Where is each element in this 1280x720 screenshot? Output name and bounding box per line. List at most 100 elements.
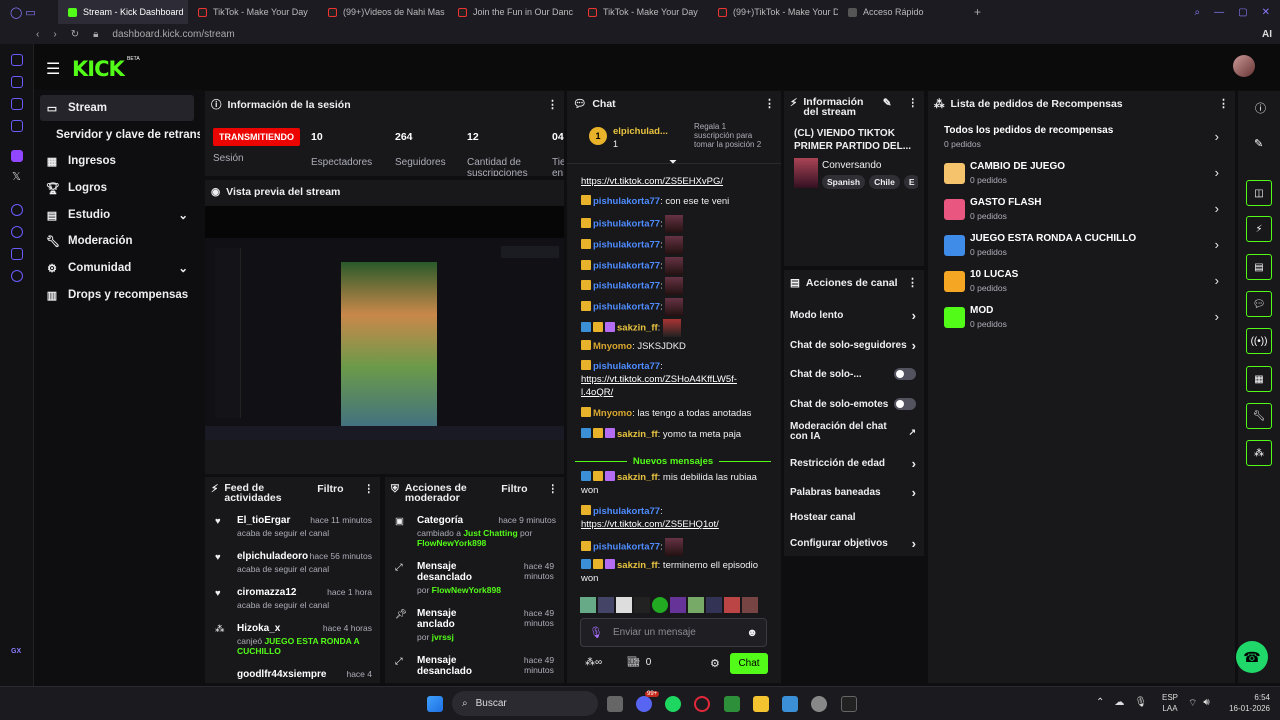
chat-user[interactable]: pishulakorta77 [593,302,660,313]
reward-row[interactable]: MOD 0 pedidos › [944,305,1225,337]
clock-icon[interactable] [11,226,23,238]
filter-icon[interactable]: ⏷ [669,157,677,168]
gift-sub-text[interactable]: Regala 1 suscripción para tomar la posic… [694,122,764,149]
more-icon[interactable]: ⋮ [547,98,558,111]
more-icon[interactable]: ⋮ [364,483,375,495]
wrench-tool-icon[interactable]: 🔧︎ [1246,403,1272,429]
more-icon[interactable]: ⋮ [764,97,775,110]
category-name[interactable]: Conversando [822,160,881,171]
close-icon[interactable]: ✕ [1262,7,1270,18]
store-icon[interactable] [782,696,798,712]
opera-gx-icon[interactable] [694,696,710,712]
reload-icon[interactable]: ↻ [71,29,79,40]
tab-acceso-rapido[interactable]: Acceso Rápido [838,0,968,24]
chat-user[interactable]: pishulakorta77 [593,240,660,251]
tab-kick-dashboard[interactable]: Stream - Kick Dashboard [58,0,188,24]
camera-tool-icon[interactable]: ◫ [1246,180,1272,206]
menu-icon[interactable]: ☰ [46,59,60,79]
viewer-avatar[interactable] [688,597,704,613]
tab-tiktok-4[interactable]: TikTok - Make Your Day [578,0,708,24]
chat-user[interactable]: pishulakorta77 [593,261,660,272]
more-icon[interactable]: ⋮ [907,276,918,289]
info-icon[interactable]: ⓘ [1255,100,1266,116]
minimize-icon[interactable]: — [1214,7,1224,18]
tab-tiktok-5[interactable]: (99+)TikTok - Make Your D [708,0,838,24]
top-gifter-user[interactable]: elpichulad... [613,126,668,137]
age-restriction-row[interactable]: Restricción de edad › [790,456,916,471]
category-thumbnail[interactable] [794,158,818,188]
chat-user[interactable]: pishulakorta77 [593,506,660,517]
microphone-icon[interactable]: 🎙︎ [589,626,603,639]
chat-user[interactable]: pishulakorta77 [593,219,660,230]
nav-item-stream[interactable]: ▭ Stream [40,95,194,121]
system-tray[interactable]: ⌃ ☁ 🎙︎ [1096,697,1147,708]
workspace-icon[interactable] [11,76,23,88]
viewer-avatar[interactable] [580,597,596,613]
chat-user[interactable]: sakzin_ff [617,560,658,571]
chat-user[interactable]: pishulakorta77 [593,361,660,372]
settings-icon[interactable]: ⚙ [710,657,720,670]
nav-item-comunidad[interactable]: ⚙ Comunidad ⌄ [40,255,194,281]
mod-user[interactable]: FlowNewYork898 [417,538,486,548]
chat-user[interactable]: Mnyomo [593,341,632,352]
chat-tool-icon[interactable]: 💬︎ [1246,291,1272,317]
goals-row[interactable]: Configurar objetivos › [790,536,916,551]
viewer-avatar[interactable] [670,597,686,613]
subs-only-toggle[interactable] [894,368,916,380]
discord-icon[interactable] [636,696,652,712]
file-explorer-icon[interactable] [753,696,769,712]
maximize-icon[interactable]: ▢ [1238,7,1247,18]
more-icon[interactable]: ⋮ [908,97,919,109]
search-tabs-icon[interactable]: ⌕ [1195,7,1201,18]
layout-tool-icon[interactable]: ▦ [1246,366,1272,392]
chat-user[interactable]: Mnyomo [593,408,632,419]
reward-row[interactable]: CAMBIO DE JUEGO 0 pedidos › [944,161,1225,193]
opera-menu-icon[interactable]: ◯ ▭ [0,6,58,19]
tag[interactable]: Spanish [822,175,866,189]
new-tab-icon[interactable]: + [968,5,981,19]
nav-item-drops[interactable]: ▥ Drops y recompensas [40,282,194,308]
send-chat-button[interactable]: Chat [730,653,768,674]
tab-tiktok-3[interactable]: Join the Fun in Our Danc [448,0,578,24]
chat-user[interactable]: sakzin_ff [617,429,658,440]
more-icon[interactable]: ⋮ [1218,97,1229,110]
back-icon[interactable]: ‹ [36,29,39,40]
notes-tool-icon[interactable]: ▤ [1246,254,1272,280]
tag[interactable]: E [903,175,918,189]
ai-button[interactable]: AI [1262,29,1280,40]
viewer-avatar[interactable] [652,597,668,613]
slow-mode-row[interactable]: Modo lento › [790,308,916,323]
nav-item-logros[interactable]: 🏆︎ Logros [40,175,194,201]
gx-icon[interactable]: GX [11,648,21,655]
player-icon[interactable] [11,98,23,110]
url-field[interactable]: dashboard.kick.com/stream [112,29,234,40]
reward-row[interactable]: 10 LUCAS 0 pedidos › [944,269,1225,301]
twitch-icon[interactable] [11,150,23,162]
reward-row[interactable]: JUEGO ESTA RONDA A CUCHILLO 0 pedidos › [944,233,1225,265]
filter-button[interactable]: Filtro [501,483,527,495]
chat-user[interactable]: pishulakorta77 [593,542,660,553]
tag[interactable]: Chile [869,175,900,189]
chat-link[interactable]: https://vt.tiktok.com/ZS5EHXvPG/ [581,176,723,187]
nav-item-server-key[interactable]: Servidor y clave de retransm [40,122,200,148]
viewer-avatar[interactable] [724,597,740,613]
filter-button[interactable]: Filtro [317,483,343,495]
clock[interactable]: 6:54 16-01-2026 [1222,692,1270,714]
extensions-icon[interactable] [11,248,23,260]
spotify-icon[interactable] [665,696,681,712]
chat-link[interactable]: https://vt.tiktok.com/ZSHoA4KffLW5f-l.4o… [581,374,737,398]
settings-icon[interactable] [11,270,23,282]
viewer-avatar[interactable] [616,597,632,613]
reward-row[interactable]: GASTO FLASH 0 pedidos › [944,197,1225,229]
tab-tiktok-1[interactable]: TikTok - Make Your Day [188,0,318,24]
viewer-avatar[interactable] [634,597,650,613]
edit-icon[interactable]: ✎ [1254,137,1263,150]
taskbar-search[interactable]: ⌕ Buscar [452,691,598,716]
viewer-avatar[interactable] [742,597,758,613]
mod-user[interactable]: FlowNewYork898 [432,585,501,595]
language-indicator[interactable]: ESP LAA [1162,692,1178,714]
emoji-icon[interactable]: ☻ [746,627,758,639]
chat-user[interactable]: pishulakorta77 [593,281,660,292]
chat-user[interactable]: sakzin_ff [617,472,658,483]
all-rewards-row[interactable]: Todos los pedidos de recompensas 0 pedido… [944,125,1225,157]
